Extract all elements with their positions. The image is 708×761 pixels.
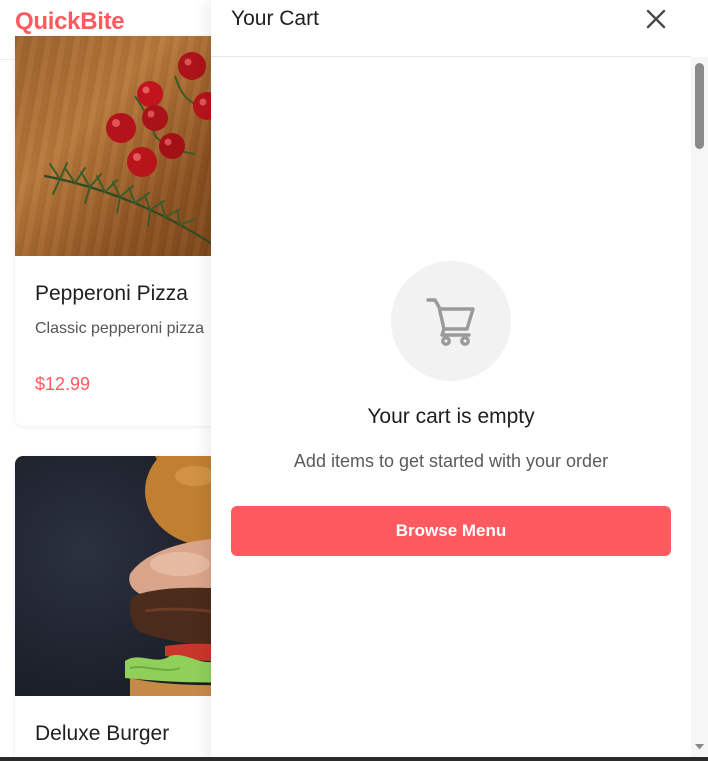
empty-cart-title: Your cart is empty [367, 405, 535, 428]
cart-icon [426, 298, 475, 346]
scrollbar[interactable] [691, 57, 708, 761]
close-icon [646, 9, 666, 29]
window-bottom-edge [0, 757, 708, 761]
card-title: Pepperoni Pizza [35, 282, 188, 305]
close-cart-button[interactable] [641, 5, 671, 35]
empty-cart-illustration [391, 261, 511, 381]
app-viewport: QuickBite Pepperoni Pizza Classic pepper… [0, 0, 708, 761]
browse-menu-button[interactable]: Browse Menu [231, 506, 671, 556]
cart-header: Your Cart [211, 0, 691, 57]
card-price: $12.99 [35, 374, 91, 394]
card-title: Deluxe Burger [35, 722, 170, 745]
brand-logo[interactable]: QuickBite [15, 8, 125, 36]
scrollbar-thumb[interactable] [695, 63, 704, 149]
empty-cart-subtitle: Add items to get started with your order [293, 451, 609, 471]
scroll-down-arrow-icon[interactable] [694, 741, 705, 752]
cart-title: Your Cart [231, 7, 319, 30]
cart-drawer: Your Cart Your cart is empty Add items t… [211, 0, 708, 761]
card-description: Classic pepperoni pizza [35, 320, 204, 337]
